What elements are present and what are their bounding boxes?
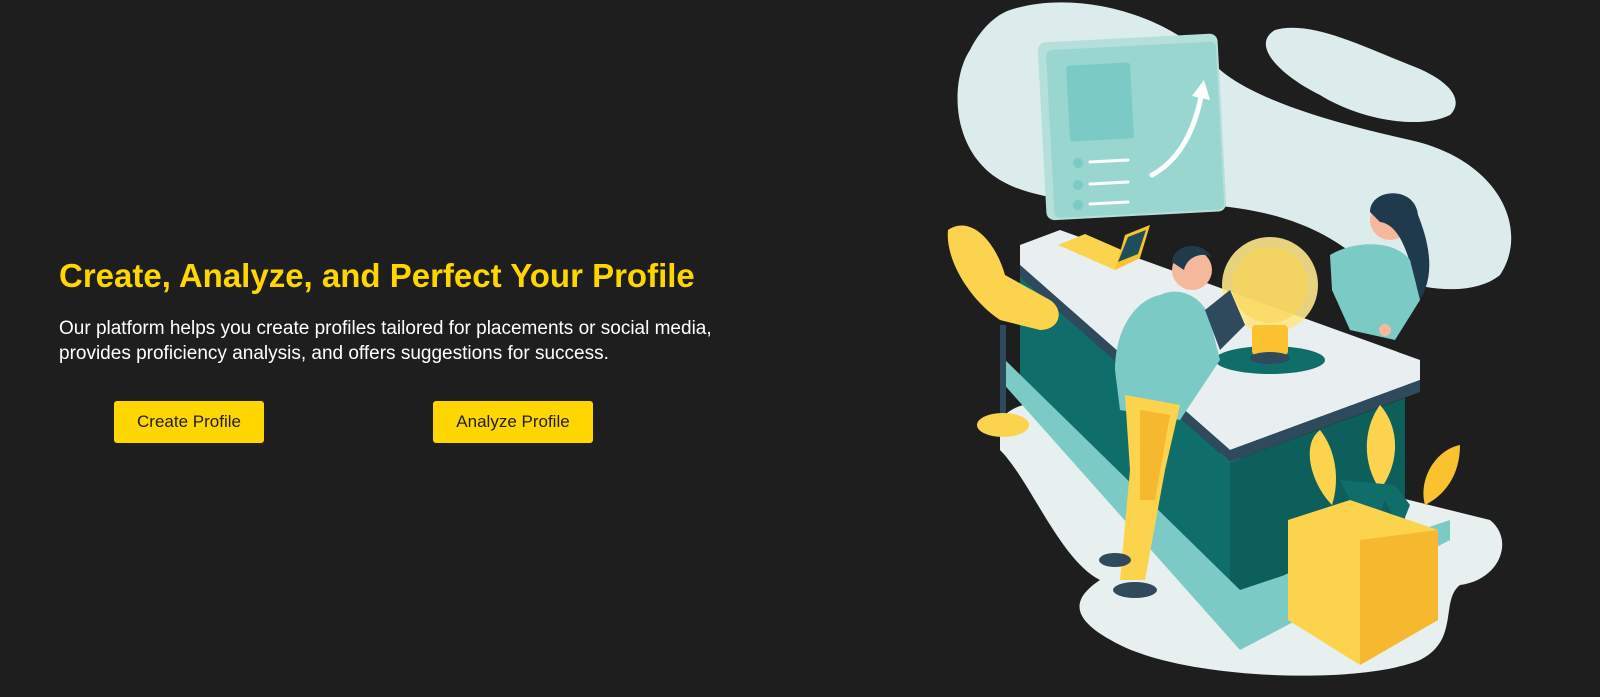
- board-panel: [1066, 62, 1134, 142]
- plant-leaf-right: [1423, 445, 1460, 505]
- analyze-profile-button[interactable]: Analyze Profile: [433, 401, 593, 443]
- background-blob-small: [1265, 27, 1456, 123]
- page-title: Create, Analyze, and Perfect Your Profil…: [59, 257, 695, 294]
- woman-shirt: [1330, 244, 1420, 340]
- create-profile-button[interactable]: Create Profile: [114, 401, 264, 443]
- hero-section: Create, Analyze, and Perfect Your Profil…: [0, 0, 1600, 697]
- hero-illustration: [947, 2, 1512, 676]
- hero-text: Create, Analyze, and Perfect Your Profil…: [59, 255, 759, 366]
- hero-description: Our platform helps you create profiles t…: [59, 318, 712, 364]
